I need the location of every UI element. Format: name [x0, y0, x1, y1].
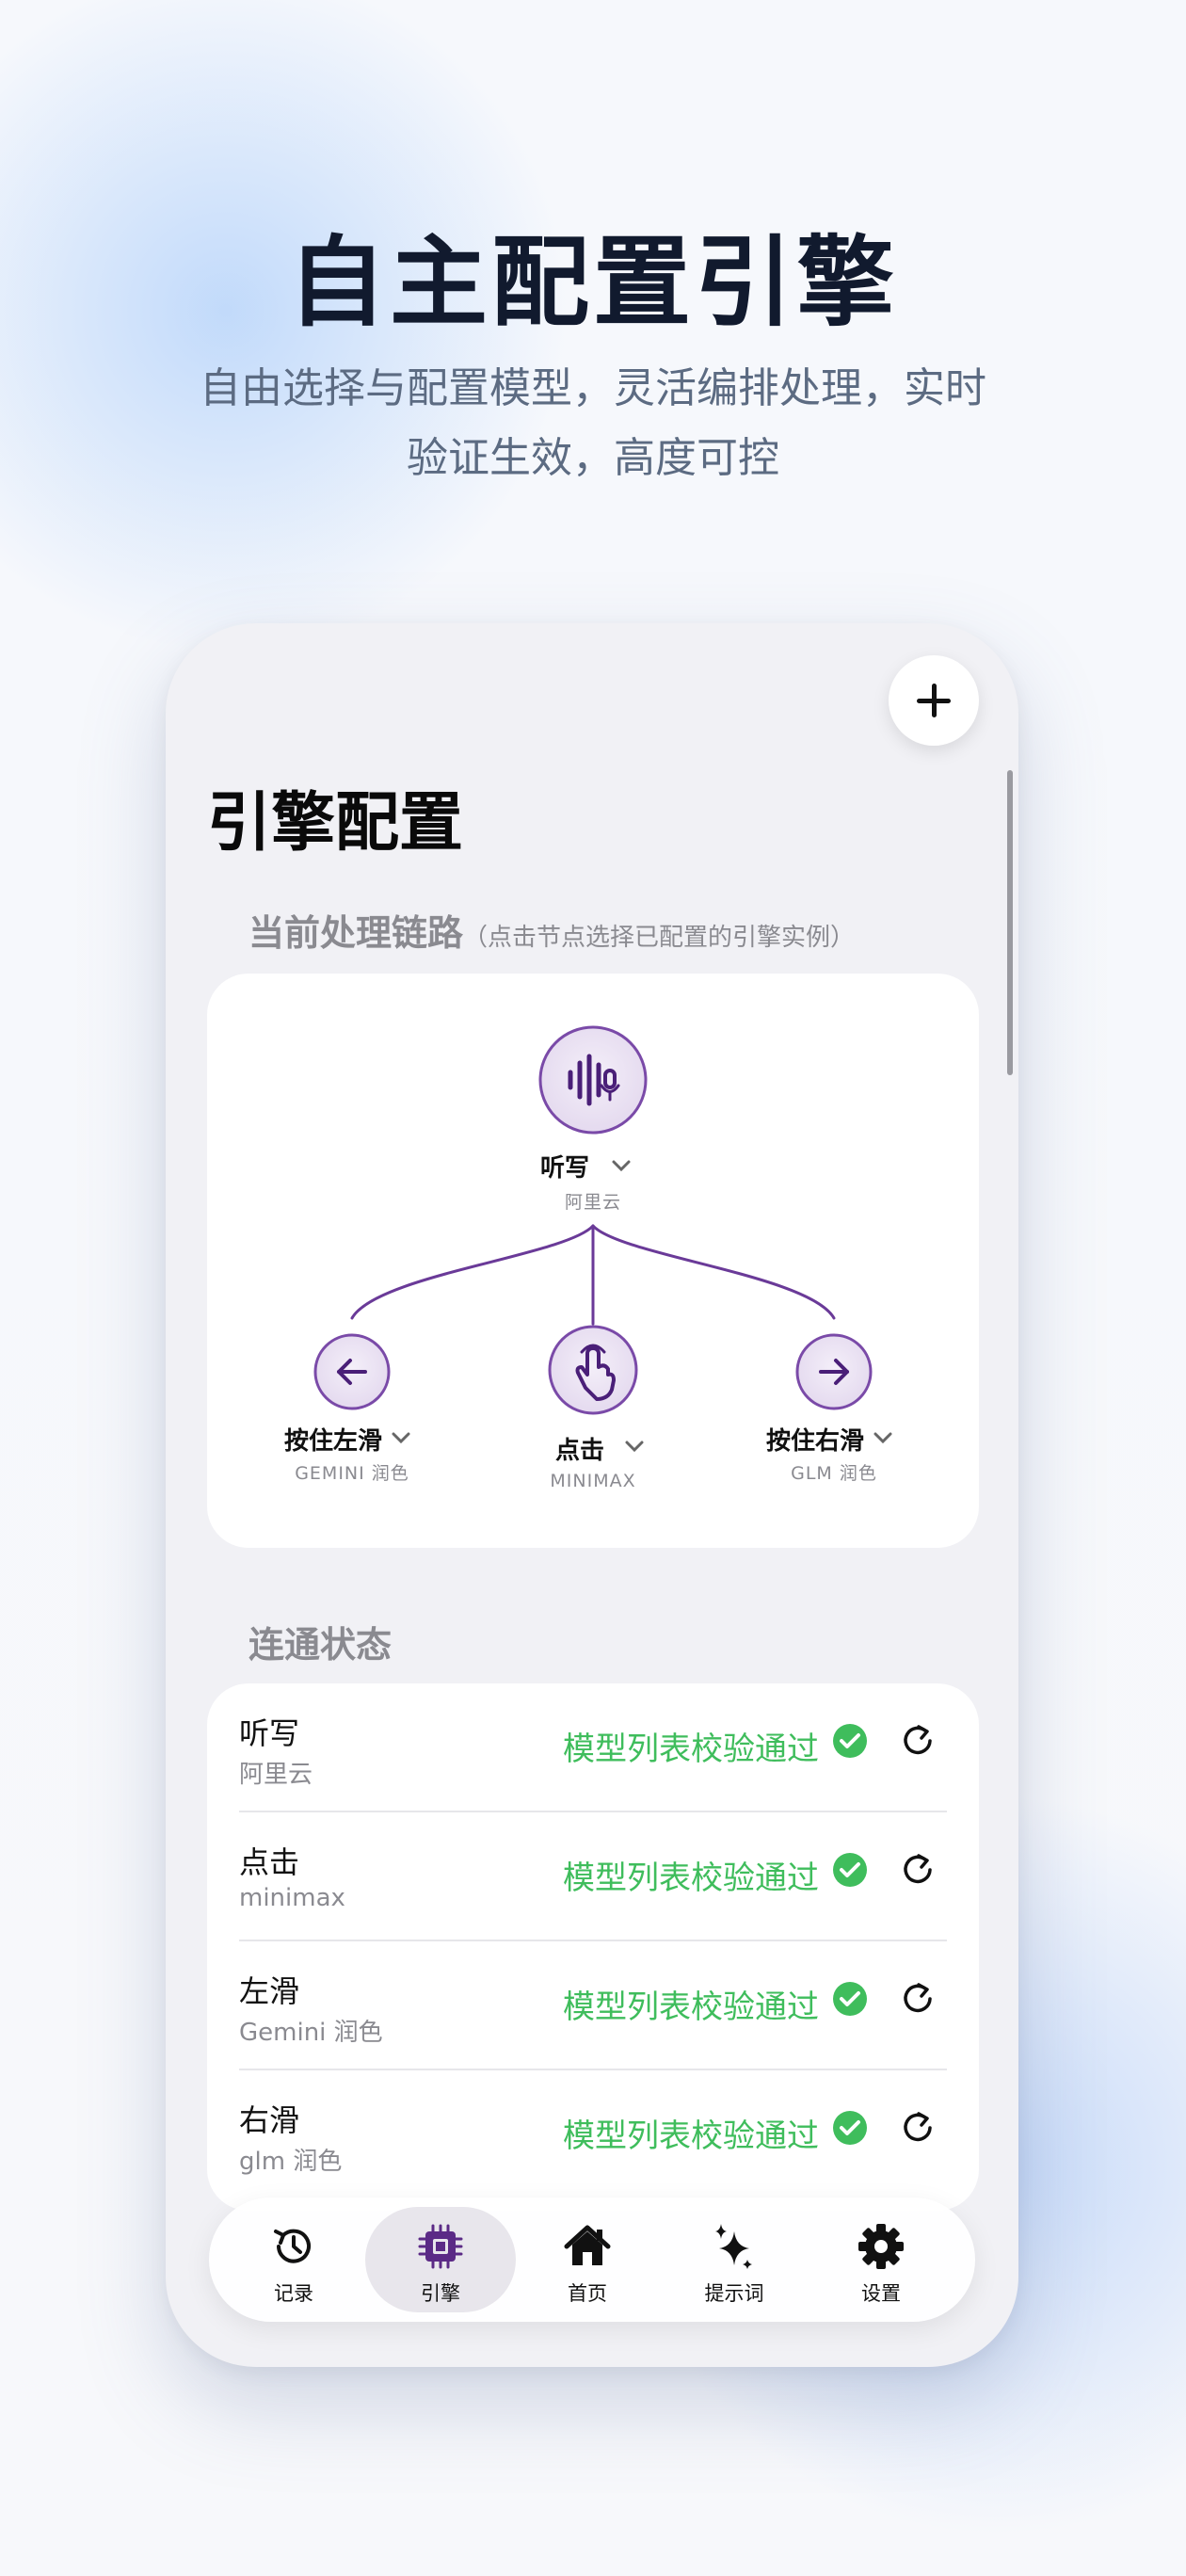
- hero-subtitle: 自由选择与配置模型，灵活编排处理，实时 验证生效，高度可控: [160, 354, 1026, 493]
- bottom-tab-bar: 记录 引擎 首页 提示词 设置: [209, 2198, 975, 2322]
- tab-label: 引擎: [421, 2282, 460, 2305]
- status-row: 右滑 glm 润色 模型列表校验通过: [239, 2070, 947, 2199]
- history-icon: [274, 2229, 311, 2263]
- chain-section-title: 当前处理链路: [248, 912, 464, 954]
- status-row-name: 点击: [239, 1844, 300, 1880]
- check-circle-icon: [833, 2111, 867, 2145]
- chain-section-label: 当前处理链路（点击节点选择已配置的引擎实例）: [248, 904, 855, 956]
- status-row: 点击 minimax 模型列表校验通过: [239, 1812, 947, 1941]
- sparkle-icon: [715, 2224, 752, 2269]
- chevron-down-icon: [625, 1441, 644, 1453]
- status-row-text: 模型列表校验通过: [563, 1988, 819, 2026]
- hero-subtitle-line2: 验证生效，高度可控: [407, 434, 779, 482]
- right-node-sub: GLM 润色: [791, 1463, 877, 1484]
- status-row: 左滑 Gemini 润色 模型列表校验通过: [239, 1941, 947, 2070]
- right-node-label[interactable]: 按住右滑: [749, 1422, 881, 1457]
- refresh-icon[interactable]: [898, 2108, 938, 2148]
- gear-icon: [858, 2224, 904, 2269]
- refresh-icon[interactable]: [898, 1721, 938, 1761]
- page-title: 引擎配置: [207, 786, 464, 861]
- tab-label: 记录: [274, 2282, 313, 2305]
- tab-home[interactable]: 首页: [512, 2207, 663, 2312]
- left-node-sub: GEMINI 润色: [295, 1463, 409, 1484]
- status-row-sub: minimax: [239, 1884, 345, 1912]
- phone-mockup: 引擎配置 当前处理链路（点击节点选择已配置的引擎实例） 听写 阿里云 按住左滑 …: [166, 623, 1018, 2367]
- status-row: 听写 阿里云 模型列表校验通过: [239, 1683, 947, 1812]
- refresh-icon[interactable]: [898, 1979, 938, 2019]
- status-row-text: 模型列表校验通过: [563, 1731, 819, 1768]
- refresh-icon[interactable]: [898, 1850, 938, 1890]
- tab-settings[interactable]: 设置: [806, 2207, 956, 2312]
- processing-chain-card: 听写 阿里云 按住左滑 GEMINI 润色 点击 MINIMAX 按住右滑 GL…: [207, 974, 979, 1548]
- connector-left: [350, 1224, 595, 1320]
- center-node-label[interactable]: 点击: [542, 1431, 617, 1466]
- tab-engine[interactable]: 引擎: [365, 2207, 516, 2312]
- check-circle-icon: [833, 1982, 867, 2016]
- status-row-name: 左滑: [239, 1973, 300, 2009]
- hero-subtitle-line1: 自由选择与配置模型，灵活编排处理，实时: [200, 364, 986, 412]
- tab-label: 设置: [861, 2282, 901, 2305]
- status-row-sub: 阿里云: [239, 1761, 313, 1789]
- check-circle-icon: [833, 1724, 867, 1758]
- connectivity-status-card: 听写 阿里云 模型列表校验通过 点击 minimax 模型列表校验通过 左滑 G…: [207, 1683, 979, 2211]
- connector-right: [591, 1224, 836, 1320]
- tab-label: 首页: [568, 2282, 607, 2305]
- tab-prompts[interactable]: 提示词: [659, 2207, 809, 2312]
- tab-label: 提示词: [704, 2282, 764, 2305]
- status-section-label: 连通状态: [248, 1624, 393, 1666]
- chain-connectors: [350, 1224, 836, 1326]
- add-engine-button[interactable]: [889, 655, 979, 746]
- root-node-label[interactable]: 听写: [499, 1149, 631, 1183]
- status-row-text: 模型列表校验通过: [563, 2117, 819, 2155]
- root-node-sub: 阿里云: [564, 1192, 621, 1213]
- tab-history[interactable]: 记录: [218, 2207, 369, 2312]
- hero-title: 自主配置引擎: [287, 225, 898, 340]
- status-row-sub: Gemini 润色: [239, 2019, 383, 2047]
- center-node-sub: MINIMAX: [550, 1471, 636, 1491]
- status-row-sub: glm 润色: [239, 2148, 343, 2176]
- left-node-label[interactable]: 按住左滑: [267, 1422, 399, 1457]
- status-row-name: 听写: [239, 1715, 300, 1751]
- home-icon: [564, 2225, 611, 2265]
- status-row-name: 右滑: [239, 2102, 300, 2138]
- check-circle-icon: [833, 1853, 867, 1887]
- scrollbar[interactable]: [1007, 770, 1013, 1075]
- chip-icon: [418, 2224, 463, 2269]
- chain-section-hint: （点击节点选择已配置的引擎实例）: [463, 924, 856, 952]
- status-row-text: 模型列表校验通过: [563, 1860, 819, 1897]
